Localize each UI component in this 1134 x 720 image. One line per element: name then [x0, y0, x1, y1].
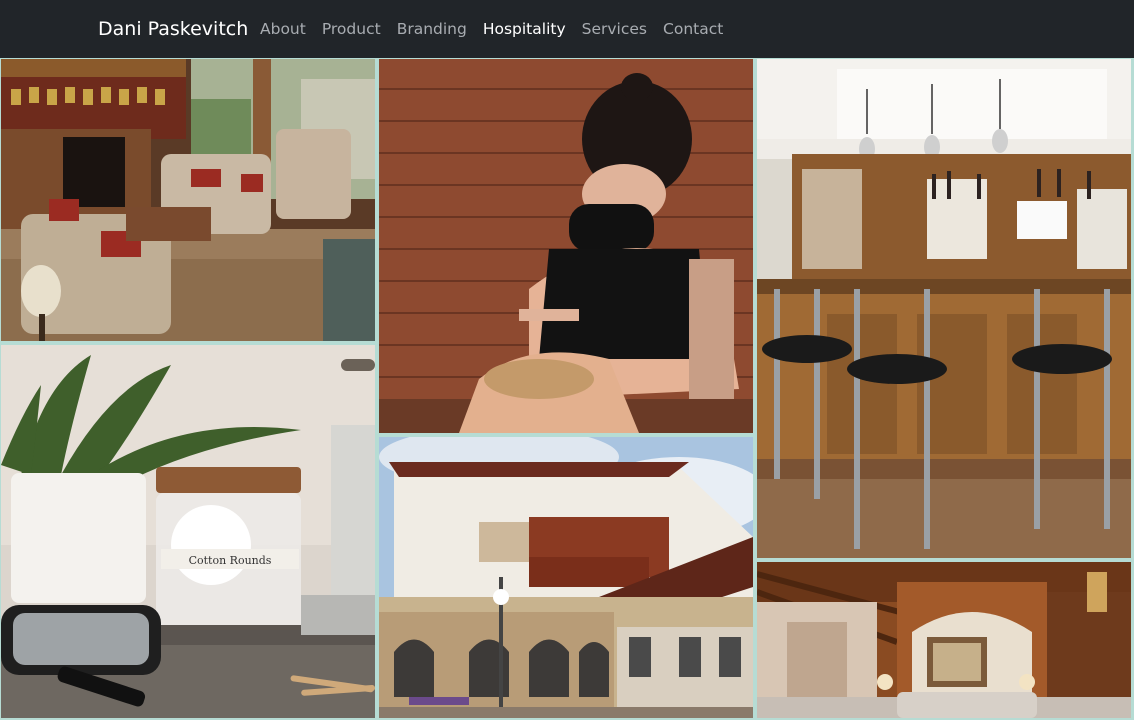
photo-bavarian-hotel-exterior[interactable]: [379, 437, 753, 718]
photo-lash-technician[interactable]: [379, 59, 753, 433]
jar-label-text: Cotton Rounds: [189, 554, 272, 567]
hotel-lobby-image: [757, 562, 1131, 718]
nav-link-contact[interactable]: Contact: [663, 19, 723, 39]
nav-link-services[interactable]: Services: [582, 19, 647, 39]
brand-link[interactable]: Dani Paskevitch: [98, 17, 248, 41]
nav-link-branding[interactable]: Branding: [397, 19, 467, 39]
lobby-sitting-room-image: [1, 59, 375, 341]
nav-link-hospitality[interactable]: Hospitality: [483, 19, 566, 39]
cotton-rounds-image: Cotton Rounds: [1, 345, 375, 718]
lash-technician-image: [379, 59, 753, 433]
nav-link-about[interactable]: About: [260, 19, 306, 39]
photo-cotton-rounds-spa-table[interactable]: Cotton Rounds: [1, 345, 375, 718]
photo-hotel-lobby-fireplace[interactable]: [757, 562, 1131, 718]
hotel-bar-stools-image: [757, 59, 1131, 558]
nav-link-product[interactable]: Product: [322, 19, 381, 39]
nav-menu: About Product Branding Hospitality Servi…: [260, 19, 739, 39]
photo-hotel-bar-stools[interactable]: [757, 59, 1131, 558]
photo-lobby-sitting-room[interactable]: [1, 59, 375, 341]
top-navbar: Dani Paskevitch About Product Branding H…: [0, 0, 1134, 58]
hotel-exterior-image: [379, 437, 753, 718]
